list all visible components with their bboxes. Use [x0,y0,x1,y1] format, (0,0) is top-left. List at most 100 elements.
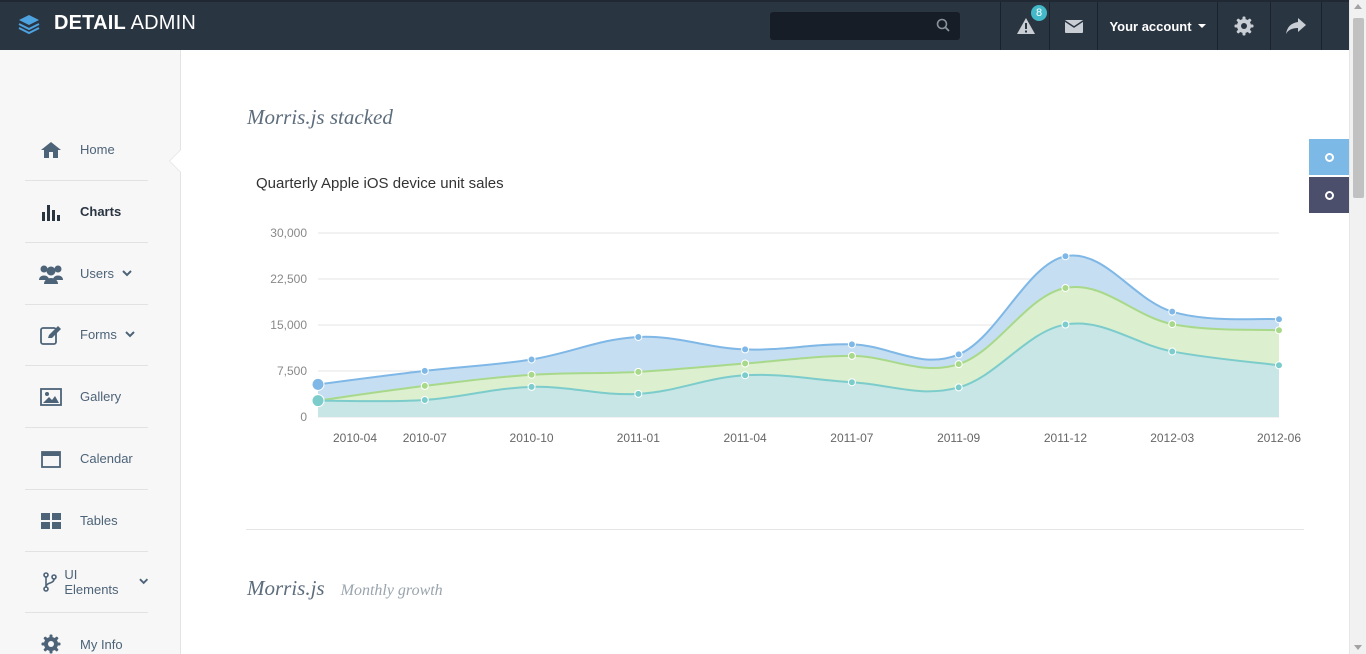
share-icon [1286,18,1306,34]
scroll-down-arrow[interactable] [1354,645,1362,650]
sidebar-item-label: Gallery [80,389,122,404]
section-title-stacked: Morris.js stacked [247,105,393,129]
users-icon [38,264,64,284]
data-point [741,371,750,380]
warning-icon [1016,18,1035,34]
gear-icon [38,634,64,654]
messages-button[interactable] [1049,2,1097,50]
chevron-down-icon [138,578,148,585]
x-tick-label: 2011-01 [617,431,660,445]
data-point [311,394,325,408]
brand[interactable]: DETAIL ADMIN [18,12,196,35]
data-point [420,381,429,390]
image-icon [38,387,64,406]
section-title-growth: Morris.js Monthly growth [247,576,443,601]
data-point [420,366,429,375]
alert-count-badge: 8 [1031,5,1047,21]
data-point [1061,320,1070,329]
edit-icon [38,325,64,345]
x-tick-label: 2010-04 [333,431,377,445]
sidebar-item-label: Users [80,266,114,281]
x-tick-label: 2011-12 [1044,431,1087,445]
search-icon[interactable] [936,18,950,32]
sidebar-item-label: UI Elements [64,566,119,597]
data-point [954,383,963,392]
top-navbar: DETAIL ADMIN Your account [0,0,1349,50]
sidebar-item-label: Tables [80,513,118,528]
sidebar-item-calendar[interactable]: Calendar [25,428,148,490]
gear-icon [1234,16,1254,36]
sidebar-item-ui-elements[interactable]: UI Elements [25,551,148,613]
data-point [741,345,750,354]
data-point [420,395,429,404]
chart-title: Quarterly Apple iOS device unit sales [256,175,504,192]
caret-down-icon [1197,24,1206,28]
active-indicator [170,150,181,172]
envelope-icon [1064,19,1083,33]
y-tick-label: 15,000 [270,318,307,332]
chevron-down-icon [125,331,135,338]
fork-icon [38,571,62,592]
data-point [1168,320,1177,329]
home-icon [38,141,64,159]
scroll-up-arrow[interactable] [1354,4,1362,9]
data-point [527,370,536,379]
logout-button[interactable] [1270,2,1322,50]
circle-icon [1324,190,1334,200]
data-point [311,377,325,391]
data-point [527,355,536,364]
sidebar-item-forms[interactable]: Forms [25,304,148,366]
theme-dark-toggle[interactable] [1309,177,1349,213]
scroll-thumb[interactable] [1353,18,1364,198]
section-title-text: Morris.js [247,576,325,600]
data-point [634,389,643,398]
area-chart: 0 7,500 15,000 22,500 30,000 2010-04 2010-07 20… [270,226,1301,445]
sidebar-item-label: Home [80,142,115,157]
chevron-down-icon [122,270,132,277]
sidebar-item-label: Charts [80,204,122,219]
y-tick-label: 7,500 [277,364,307,378]
sidebar-item-tables[interactable]: Tables [25,490,148,552]
sidebar-item-charts[interactable]: Charts [25,181,148,243]
sidebar-item-users[interactable]: Users [25,243,148,305]
x-tick-label: 2012-03 [1150,431,1194,445]
sidebar-item-label: Forms [80,327,117,342]
x-tick-label: 2010-07 [403,431,447,445]
sidebar-item-my-info[interactable]: My Info [25,613,148,654]
account-menu[interactable]: Your account [1097,2,1217,50]
x-tick-label: 2011-09 [937,431,980,445]
data-point [1061,283,1070,292]
x-tick-label: 2011-04 [724,431,767,445]
sidebar-item-label: Calendar [80,451,133,466]
data-point [634,367,643,376]
data-point [1275,361,1283,370]
x-tick-label: 2012-06 [1257,431,1301,445]
data-point [527,382,536,391]
data-point [847,340,856,349]
theme-light-toggle[interactable] [1309,139,1349,175]
y-tick-label: 22,500 [270,272,307,286]
data-point [847,351,856,360]
data-point [954,360,963,369]
data-point [1275,315,1283,324]
x-tick-label: 2011-07 [830,431,873,445]
sidebar-item-label: My Info [80,636,123,652]
search-input[interactable] [770,12,960,40]
y-tick-label: 30,000 [270,226,307,240]
circle-icon [1324,152,1334,162]
grid-icon [38,512,64,529]
data-point [741,359,750,368]
layers-icon [18,14,40,34]
section-subtitle: Monthly growth [340,582,443,599]
data-point [1168,307,1177,316]
account-label: Your account [1109,18,1192,34]
data-point [1275,326,1283,335]
section-divider [246,529,1304,530]
sidebar-item-gallery[interactable]: Gallery [25,366,148,428]
y-tick-label: 0 [300,410,307,424]
bar-chart-icon [38,203,64,221]
sidebar-item-home[interactable]: Home [25,119,148,181]
brand-name: DETAIL ADMIN [54,12,197,34]
settings-button[interactable] [1217,2,1270,50]
vertical-scrollbar[interactable] [1349,0,1366,654]
